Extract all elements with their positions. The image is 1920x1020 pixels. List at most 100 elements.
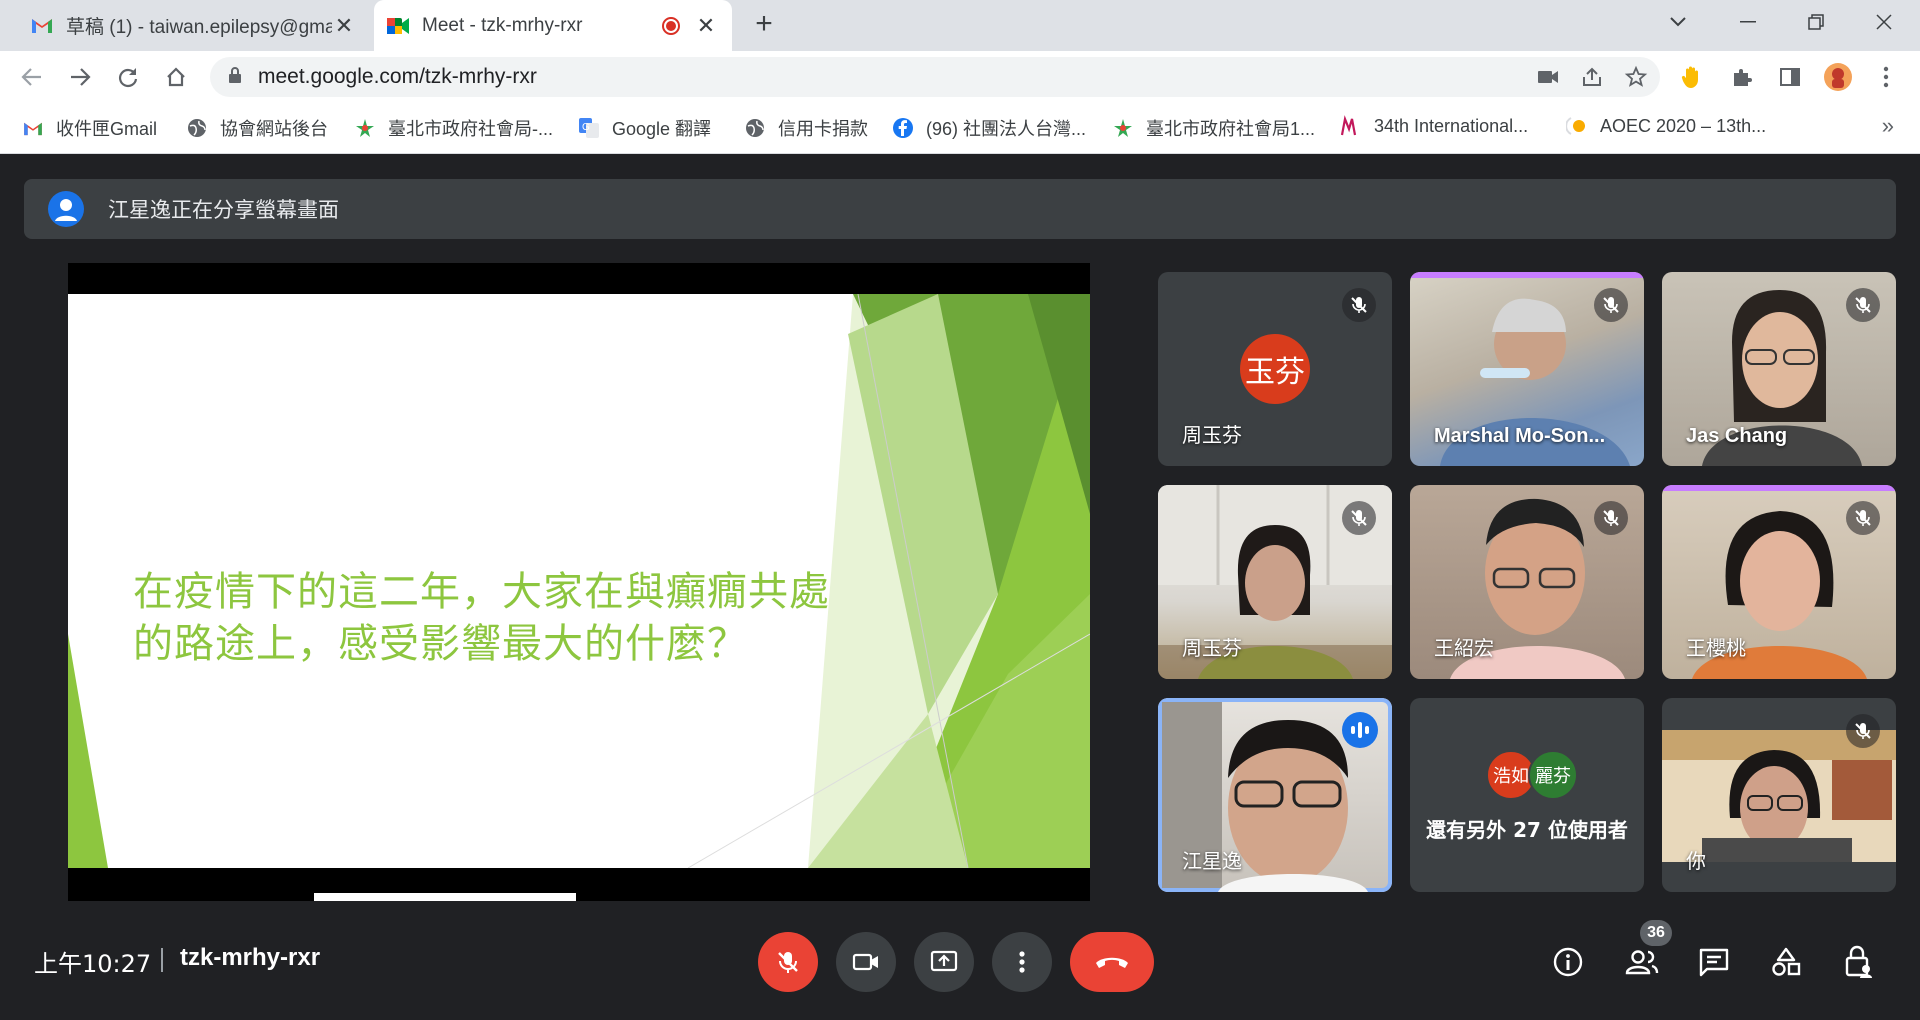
globe-icon bbox=[186, 117, 208, 139]
profile-avatar[interactable] bbox=[1822, 61, 1854, 93]
close-icon[interactable]: ✕ bbox=[694, 13, 718, 39]
new-tab-button[interactable]: + bbox=[748, 8, 780, 40]
bookmark-label: AOEC 2020 – 13th... bbox=[1600, 115, 1767, 136]
chat-icon bbox=[1699, 948, 1729, 977]
close-icon[interactable]: ✕ bbox=[332, 13, 356, 39]
host-controls-button[interactable] bbox=[1836, 940, 1880, 984]
reload-button[interactable] bbox=[114, 63, 142, 91]
restore-button[interactable] bbox=[1782, 0, 1850, 44]
tab-title: Meet - tzk-mrhy-rxr bbox=[422, 14, 583, 36]
conference-icon bbox=[1340, 115, 1362, 137]
address-bar[interactable]: meet.google.com/tzk-mrhy-rxr bbox=[210, 57, 1660, 97]
extensions-icon[interactable] bbox=[1726, 61, 1758, 93]
participant-count-badge: 36 bbox=[1640, 920, 1672, 946]
facebook-icon bbox=[892, 117, 914, 139]
bookmark-label: (96) 社團法人台灣... bbox=[926, 119, 1087, 139]
participant-tile[interactable]: Marshal Mo-Son... bbox=[1410, 272, 1644, 466]
bookmark-donate[interactable]: 信用卡捐款 bbox=[744, 115, 868, 141]
participant-name: Marshal Mo-Son... bbox=[1434, 425, 1606, 447]
forward-button[interactable] bbox=[66, 63, 94, 91]
tab-search-icon[interactable] bbox=[1644, 0, 1712, 44]
camera-toggle-button[interactable] bbox=[836, 932, 896, 992]
present-screen-button[interactable] bbox=[914, 932, 974, 992]
presenting-banner: 江星逸正在分享螢幕畫面 bbox=[24, 179, 1896, 239]
close-window-button[interactable] bbox=[1850, 0, 1918, 44]
side-panel-icon[interactable] bbox=[1774, 61, 1806, 93]
globe-icon bbox=[744, 117, 766, 139]
microphone-toggle-button[interactable] bbox=[758, 932, 818, 992]
bookmark-admin[interactable]: 協會網站後台 bbox=[186, 115, 328, 141]
bookmark-translate[interactable]: G Google 翻譯 bbox=[578, 115, 711, 141]
participant-tile[interactable]: 王紹宏 bbox=[1410, 485, 1644, 679]
minimize-button[interactable] bbox=[1714, 0, 1782, 44]
tab-strip: 草稿 (1) - taiwan.epilepsy@gmail.com ✕ Mee… bbox=[0, 0, 1920, 51]
hand-extension-icon[interactable] bbox=[1676, 61, 1708, 93]
participant-tile[interactable]: 周玉芬 bbox=[1158, 485, 1392, 679]
participant-name: 周玉芬 bbox=[1182, 425, 1242, 447]
slide-question: 在疫情下的這二年，大家在與癲癇共處的路途上，感受影響最大的什麼？ bbox=[133, 569, 830, 667]
tab-gmail[interactable]: 草稿 (1) - taiwan.epilepsy@gmail.com ✕ bbox=[18, 0, 370, 51]
tab-meet[interactable]: Meet - tzk-mrhy-rxr ✕ bbox=[374, 0, 732, 51]
participants-button[interactable] bbox=[1620, 940, 1664, 984]
meeting-controls-bar: 上午10:27 tzk-mrhy-rxr 36 bbox=[0, 920, 1920, 1020]
speaking-indicator-icon bbox=[1342, 712, 1378, 748]
activities-button[interactable] bbox=[1764, 940, 1808, 984]
other-participants-tile[interactable]: 浩如 麗芬 還有另外 27 位使用者 bbox=[1410, 698, 1644, 892]
participant-name: 王櫻桃 bbox=[1686, 638, 1746, 660]
meet-icon bbox=[386, 14, 410, 38]
participant-name: Jas Chang bbox=[1686, 425, 1788, 447]
gmail-icon bbox=[22, 117, 44, 139]
back-button[interactable] bbox=[18, 63, 46, 91]
participant-tile[interactable]: 玉芬 周玉芬 bbox=[1158, 272, 1392, 466]
present-icon bbox=[930, 950, 958, 972]
people-icon bbox=[1625, 950, 1659, 975]
bookmark-aoec[interactable]: AOEC 2020 – 13th... bbox=[1566, 115, 1766, 137]
gmail-icon bbox=[30, 14, 54, 38]
bookmark-facebook[interactable]: (96) 社團法人台灣... bbox=[892, 115, 1086, 141]
participant-tile-speaking[interactable]: 江星逸 bbox=[1158, 698, 1392, 892]
meeting-details-button[interactable] bbox=[1546, 940, 1590, 984]
recording-icon bbox=[662, 16, 680, 35]
lock-icon[interactable] bbox=[228, 66, 242, 89]
aoec-icon bbox=[1566, 115, 1588, 137]
bookmark-label: 收件匣Gmail bbox=[56, 119, 158, 139]
more-options-button[interactable] bbox=[992, 932, 1052, 992]
slide: 在疫情下的這二年，大家在與癲癇共處的路途上，感受影響最大的什麼？ bbox=[68, 294, 1090, 868]
tab-title: 草稿 (1) - taiwan.epilepsy@gmail.com bbox=[66, 17, 332, 38]
chat-button[interactable] bbox=[1692, 940, 1736, 984]
bookmark-conference[interactable]: 34th International... bbox=[1340, 115, 1528, 137]
participant-name: 王紹宏 bbox=[1434, 638, 1494, 660]
bookmark-gmail[interactable]: 收件匣Gmail bbox=[22, 115, 157, 141]
participant-tile[interactable]: Jas Chang bbox=[1662, 272, 1896, 466]
bookmark-taipei-2[interactable]: 臺北市政府社會局1... bbox=[1112, 115, 1315, 141]
url-text: meet.google.com/tzk-mrhy-rxr bbox=[258, 65, 537, 88]
bookmark-label: Google 翻譯 bbox=[612, 119, 712, 139]
self-tile[interactable]: 你 bbox=[1662, 698, 1896, 892]
mic-off-icon bbox=[1342, 288, 1376, 322]
more-bookmarks-icon[interactable]: » bbox=[1882, 113, 1894, 139]
lock-person-icon bbox=[1845, 945, 1872, 978]
translate-icon: G bbox=[578, 117, 600, 139]
mic-off-icon bbox=[1594, 501, 1628, 535]
share-icon[interactable] bbox=[1580, 65, 1604, 94]
star-icon[interactable] bbox=[1624, 65, 1648, 94]
menu-icon[interactable] bbox=[1870, 61, 1902, 93]
bookmark-label: 信用卡捐款 bbox=[778, 119, 868, 139]
bookmark-label: 協會網站後台 bbox=[220, 119, 328, 139]
presenting-text: 江星逸正在分享螢幕畫面 bbox=[108, 199, 339, 222]
taipei-icon bbox=[1112, 117, 1134, 139]
other-participants-avatars: 浩如 麗芬 bbox=[1486, 750, 1578, 800]
more-vert-icon bbox=[1019, 951, 1025, 973]
bookmark-label: 34th International... bbox=[1374, 115, 1529, 136]
camera-icon[interactable] bbox=[1536, 65, 1560, 94]
mic-off-icon bbox=[1342, 501, 1376, 535]
home-button[interactable] bbox=[162, 63, 190, 91]
leave-call-button[interactable] bbox=[1070, 932, 1154, 992]
other-participants-count: 還有另外 27 位使用者 bbox=[1426, 818, 1628, 842]
bookmark-taipei-1[interactable]: 臺北市政府社會局-... bbox=[354, 115, 553, 141]
divider bbox=[161, 948, 163, 972]
participant-name: 你 bbox=[1686, 851, 1706, 873]
participant-tile[interactable]: 王櫻桃 bbox=[1662, 485, 1896, 679]
shapes-icon bbox=[1772, 947, 1801, 976]
presenter-avatar-icon bbox=[48, 191, 84, 227]
